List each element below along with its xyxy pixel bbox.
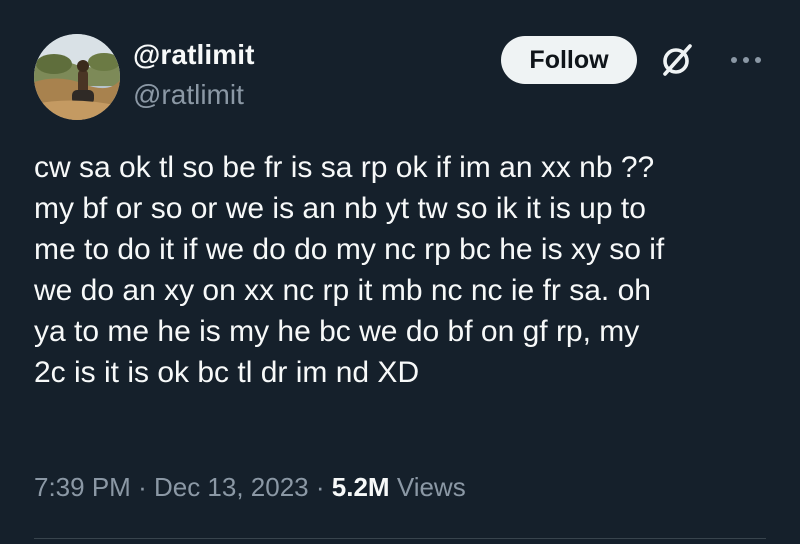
tweet-meta: 7:39 PM · Dec 13, 2023 · 5.2M Views <box>34 470 466 504</box>
divider <box>34 538 766 539</box>
tweet-time[interactable]: 7:39 PM <box>34 472 131 502</box>
tweet: @ratlimit @ratlimit Follow cw sa ok tl s… <box>0 0 800 544</box>
grok-icon[interactable] <box>660 43 694 77</box>
views-label: Views <box>396 472 466 502</box>
more-icon[interactable] <box>728 50 764 70</box>
meta-separator: · <box>315 472 325 502</box>
display-name[interactable]: @ratlimit <box>133 38 255 72</box>
tweet-date[interactable]: Dec 13, 2023 <box>154 472 309 502</box>
meta-separator: · <box>138 472 147 502</box>
views-count: 5.2M <box>331 472 390 502</box>
tweet-text: cw sa ok tl so be fr is sa rp ok if im a… <box>34 151 665 389</box>
follow-button[interactable]: Follow <box>501 36 637 84</box>
user-names: @ratlimit @ratlimit <box>133 38 255 112</box>
user-handle[interactable]: @ratlimit <box>133 78 255 112</box>
avatar[interactable] <box>34 34 120 120</box>
avatar-image <box>34 34 120 120</box>
